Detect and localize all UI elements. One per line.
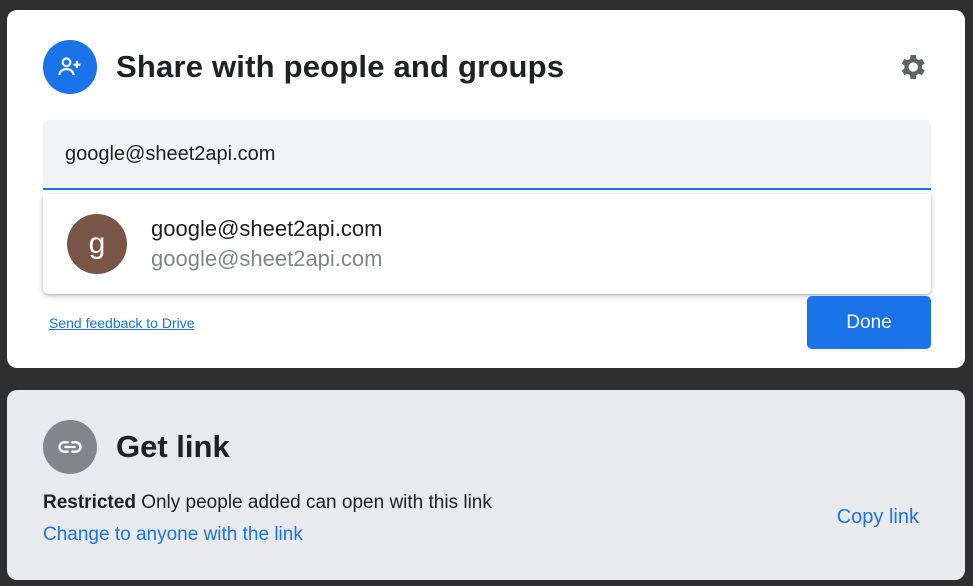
suggestion-email: google@sheet2api.com xyxy=(151,246,383,271)
change-access-link[interactable]: Change to anyone with the link xyxy=(43,524,303,546)
restriction-line: Restricted Only people added can open wi… xyxy=(43,492,492,514)
gear-icon[interactable] xyxy=(895,50,929,84)
share-title: Share with people and groups xyxy=(116,49,565,84)
share-email-input[interactable] xyxy=(43,120,931,188)
avatar: g xyxy=(67,214,127,274)
share-card: Share with people and groups g google@sh… xyxy=(7,10,965,368)
get-link-card: Get link Restricted Only people added ca… xyxy=(7,390,965,580)
done-button[interactable]: Done xyxy=(807,296,931,349)
dialog-stage: Share with people and groups g google@sh… xyxy=(0,0,973,586)
copy-link-button[interactable]: Copy link xyxy=(837,506,919,529)
link-icon xyxy=(43,420,97,474)
person-add-icon xyxy=(43,40,97,94)
suggestion-name: google@sheet2api.com xyxy=(151,216,383,241)
suggestion-item[interactable]: g google@sheet2api.com google@sheet2api.… xyxy=(43,194,931,294)
restriction-description: Only people added can open with this lin… xyxy=(135,492,492,513)
send-feedback-link[interactable]: Send feedback to Drive xyxy=(49,315,195,331)
share-header: Share with people and groups xyxy=(43,40,564,94)
get-link-title: Get link xyxy=(116,429,230,464)
share-input-box xyxy=(43,120,931,190)
restriction-label: Restricted xyxy=(43,492,136,513)
get-link-header: Get link xyxy=(43,420,230,474)
suggestion-text: google@sheet2api.com google@sheet2api.co… xyxy=(151,214,382,274)
